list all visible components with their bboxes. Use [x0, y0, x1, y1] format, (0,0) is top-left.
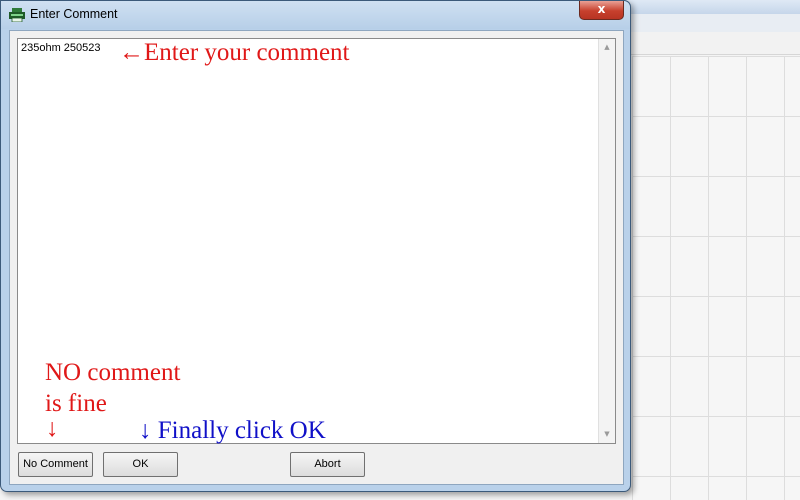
annotation-down-arrow-icon: ↓: [46, 415, 59, 442]
scroll-up-arrow-icon[interactable]: ▲: [599, 39, 615, 56]
enter-comment-dialog: Enter Comment x 235ohm 250523 ▲ ▼ ←Enter…: [0, 0, 631, 492]
ok-button[interactable]: OK: [103, 452, 178, 477]
background-grid: [632, 56, 800, 500]
annotation-finally-click-ok: ↓ Finally click OK: [139, 417, 326, 444]
vertical-scrollbar[interactable]: ▲ ▼: [598, 39, 615, 443]
no-comment-button[interactable]: No Comment: [18, 452, 93, 477]
close-icon: x: [597, 2, 606, 16]
annotation-no-comment: NO comment is fine: [45, 357, 180, 419]
dialog-titlebar[interactable]: Enter Comment x: [1, 1, 630, 29]
annotation-no-comment-line1: NO comment: [45, 359, 181, 386]
dialog-client-area: 235ohm 250523 ▲ ▼ ←Enter your comment NO…: [9, 30, 624, 485]
comment-textarea[interactable]: 235ohm 250523 ▲ ▼ ←Enter your comment NO…: [17, 38, 616, 444]
printer-icon: [9, 8, 25, 22]
close-button[interactable]: x: [579, 1, 624, 20]
annotation-enter-comment: ←Enter your comment: [119, 39, 350, 66]
scroll-down-arrow-icon[interactable]: ▼: [599, 426, 615, 443]
comment-value: 235ohm 250523: [21, 42, 101, 54]
dialog-title: Enter Comment: [30, 7, 118, 21]
annotation-no-comment-line2: is fine: [45, 390, 107, 417]
abort-button[interactable]: Abort: [290, 452, 365, 477]
